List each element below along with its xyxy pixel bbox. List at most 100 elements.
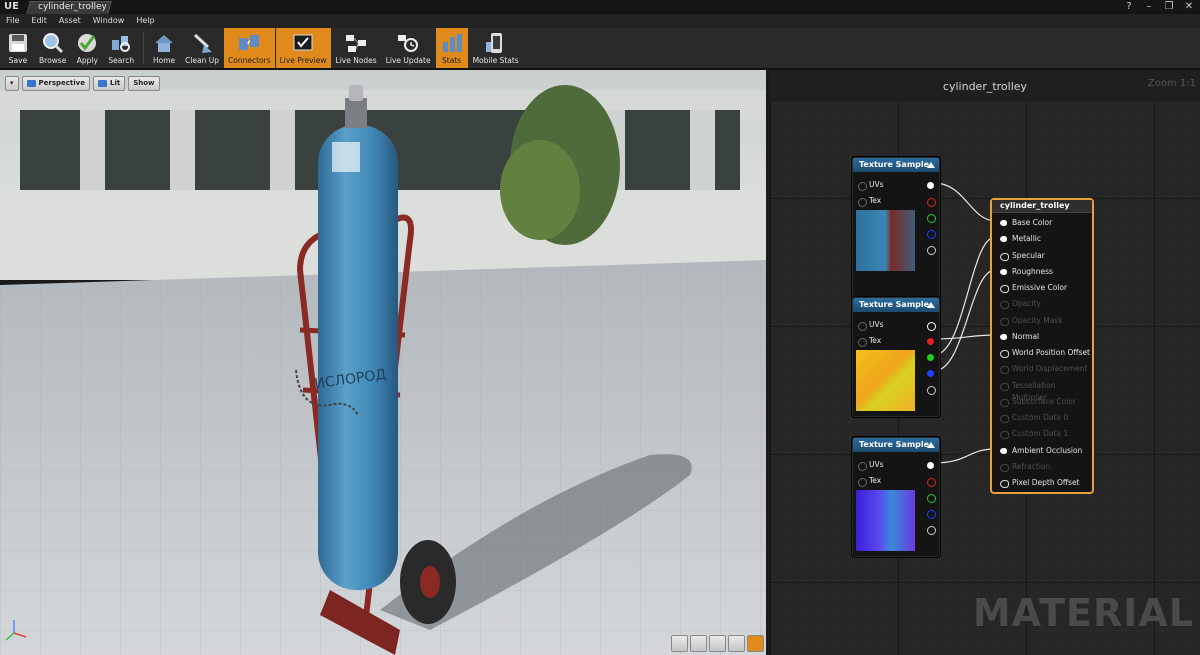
plane-preview-icon[interactable]	[709, 635, 726, 652]
mesh-preview-icon[interactable]	[747, 635, 764, 652]
material-pin[interactable]: Emissive Color	[998, 282, 1067, 294]
material-pin[interactable]: Pixel Depth Offset	[998, 477, 1080, 489]
red-output-pin[interactable]	[927, 198, 936, 207]
live-update-icon	[396, 32, 420, 54]
uvs-pin-label: UVs	[869, 180, 884, 189]
uvs-pin-label: UVs	[869, 460, 884, 469]
live-nodes-button[interactable]: Live Nodes	[332, 28, 381, 68]
input-pin-icon	[1000, 415, 1009, 423]
minimize-icon[interactable]: –	[1142, 1, 1156, 13]
uvs-pin[interactable]	[858, 182, 867, 191]
material-pin-label: Base Color	[1012, 218, 1053, 227]
material-pin-label: Custom Data 1	[1012, 429, 1069, 439]
material-pin: World Displacement	[998, 363, 1087, 375]
live-update-button[interactable]: Live Update	[382, 28, 435, 68]
mobile-stats-icon	[484, 32, 508, 54]
collapse-arrow-icon[interactable]	[927, 302, 935, 308]
material-pin: Tessellation Multiplier	[998, 380, 1092, 402]
material-pin[interactable]: Normal	[998, 331, 1039, 343]
green-output-pin[interactable]	[927, 214, 936, 223]
restore-icon[interactable]: ❐	[1162, 1, 1176, 13]
rgb-output-pin[interactable]	[927, 462, 934, 469]
green-output-pin[interactable]	[927, 354, 934, 361]
input-pin-icon	[1000, 463, 1009, 472]
show-button[interactable]: Show	[128, 76, 160, 91]
material-pin[interactable]: Specular	[998, 250, 1045, 262]
blue-output-pin[interactable]	[927, 230, 936, 239]
browse-icon	[41, 32, 65, 54]
sphere-preview-icon[interactable]	[690, 635, 707, 652]
material-pin: Refraction	[998, 461, 1050, 473]
show-label: Show	[133, 79, 155, 87]
rgb-output-pin[interactable]	[927, 182, 934, 189]
cylinder-preview-icon[interactable]	[671, 635, 688, 652]
stats-button[interactable]: Stats	[435, 28, 468, 68]
clean-up-label: Clean Up	[185, 56, 220, 65]
uvs-pin[interactable]	[858, 462, 867, 471]
graph-title: cylinder_trolley	[942, 80, 1028, 93]
live-nodes-label: Live Nodes	[335, 56, 377, 65]
red-output-pin[interactable]	[927, 338, 934, 345]
node-header[interactable]: Texture Sample	[853, 158, 939, 172]
viewport-controls: ▾ Perspective Lit Show	[5, 76, 160, 91]
close-icon[interactable]: ✕	[1182, 1, 1196, 13]
tex-pin[interactable]	[858, 478, 867, 487]
texture-sample-node[interactable]: Texture Sample UVs Tex	[852, 297, 940, 417]
green-output-pin[interactable]	[927, 494, 936, 503]
mobile-stats-button[interactable]: Mobile Stats	[469, 28, 523, 68]
material-pin[interactable]: Ambient Occlusion	[998, 445, 1082, 457]
cube-preview-icon[interactable]	[728, 635, 745, 652]
uvs-pin[interactable]	[858, 322, 867, 331]
browse-button[interactable]: Browse	[35, 28, 70, 68]
collapse-arrow-icon[interactable]	[927, 162, 935, 168]
input-pin-icon	[1000, 252, 1009, 261]
preview-scene: ИСЛОРОД	[0, 70, 766, 655]
menu-asset[interactable]: Asset	[53, 14, 87, 28]
tex-pin-label: Tex	[869, 336, 882, 345]
red-output-pin[interactable]	[927, 478, 936, 487]
connectors-icon	[237, 32, 261, 54]
material-result-node[interactable]: cylinder_trolley Base Color Metallic Specu…	[990, 198, 1094, 494]
input-pin-icon	[1000, 301, 1009, 310]
menu-help[interactable]: Help	[130, 14, 160, 28]
material-pin-label: World Position Offset	[1012, 348, 1090, 357]
tex-pin[interactable]	[858, 338, 867, 347]
menu-file[interactable]: File	[0, 14, 25, 28]
lit-button[interactable]: Lit	[92, 76, 126, 91]
perspective-button[interactable]: Perspective	[21, 76, 90, 91]
blue-output-pin[interactable]	[927, 370, 934, 377]
search-button[interactable]: Search	[104, 28, 138, 68]
tex-pin-label: Tex	[869, 476, 882, 485]
connectors-button[interactable]: Connectors	[224, 28, 275, 68]
material-pin: Subsurface Color	[998, 396, 1076, 408]
save-button[interactable]: Save	[2, 28, 34, 68]
clean-up-button[interactable]: Clean Up	[181, 28, 223, 68]
live-preview-button[interactable]: Live Preview	[275, 28, 331, 68]
live-update-label: Live Update	[385, 56, 431, 65]
apply-button[interactable]: Apply	[71, 28, 103, 68]
material-pin[interactable]: Metallic	[998, 233, 1041, 245]
home-button[interactable]: Home	[148, 28, 180, 68]
browse-label: Browse	[39, 56, 67, 65]
node-header[interactable]: Texture Sample	[853, 298, 939, 312]
viewport-options-button[interactable]: ▾	[5, 76, 19, 91]
node-header[interactable]: Texture Sample	[853, 438, 939, 452]
blue-output-pin[interactable]	[927, 510, 936, 519]
material-pin[interactable]: Roughness	[998, 266, 1053, 278]
alpha-output-pin[interactable]	[927, 526, 936, 535]
help-icon[interactable]: ?	[1122, 1, 1136, 13]
tex-pin-label: Tex	[869, 196, 882, 205]
material-pin[interactable]: World Position Offset	[998, 347, 1090, 359]
texture-sample-node[interactable]: Texture Sample UVs Tex	[852, 437, 940, 557]
preview-viewport[interactable]: ИСЛОРОД ▾ Perspective Lit Show	[0, 70, 766, 655]
alpha-output-pin[interactable]	[927, 246, 936, 255]
alpha-output-pin[interactable]	[927, 386, 936, 395]
menu-window[interactable]: Window	[87, 14, 131, 28]
material-pin[interactable]: Base Color	[998, 217, 1052, 229]
menu-edit[interactable]: Edit	[25, 14, 53, 28]
rgb-output-pin[interactable]	[927, 322, 936, 331]
material-graph-panel[interactable]: cylinder_trolley Zoom 1:1 Texture Sample…	[770, 70, 1200, 655]
material-pin: Opacity Mask	[998, 315, 1063, 327]
collapse-arrow-icon[interactable]	[927, 442, 935, 448]
tex-pin[interactable]	[858, 198, 867, 207]
